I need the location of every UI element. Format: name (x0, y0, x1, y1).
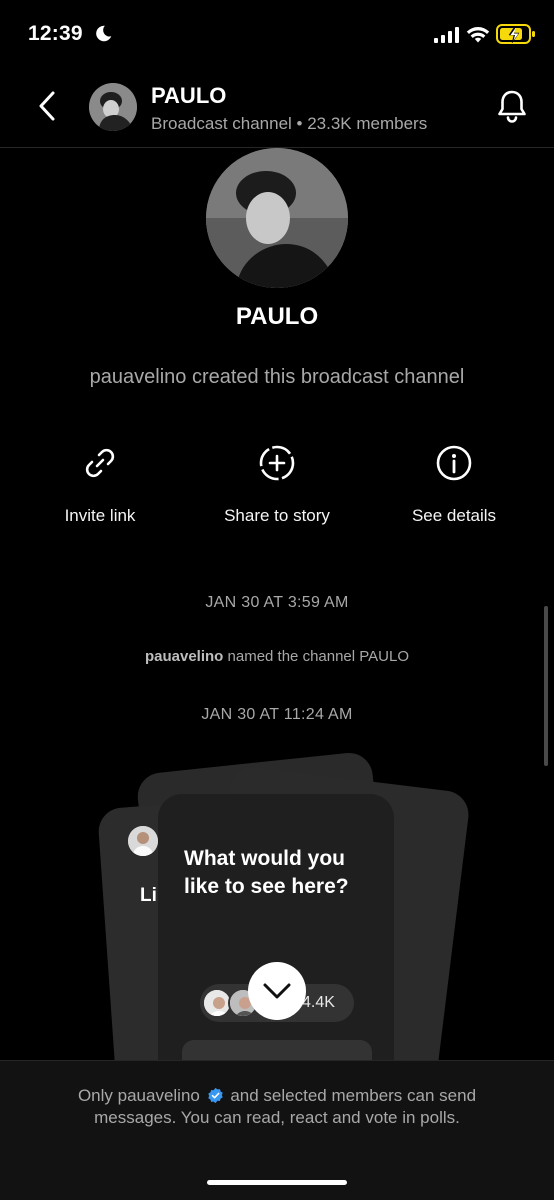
avatar-photo (89, 83, 137, 131)
footer-text: Only pauavelino and selected members can… (40, 1085, 514, 1129)
poll-card-stack[interactable]: Li What would you like to see here? 4.4K (0, 750, 554, 1060)
add-story-icon (259, 445, 295, 481)
notifications-button[interactable] (492, 86, 532, 126)
footer-text-before: Only pauavelino (77, 1086, 200, 1105)
channel-subtitle: Broadcast channel • 23.3K members (151, 114, 428, 133)
status-bar: 12:39 (0, 0, 554, 70)
vote-count: 4.4K (302, 994, 335, 1011)
channel-title[interactable]: PAULO (151, 83, 226, 109)
verified-badge-icon (207, 1087, 223, 1104)
channel-avatar[interactable] (89, 83, 137, 131)
bell-icon (498, 90, 526, 123)
info-icon (436, 445, 472, 481)
poll-question: What would you like to see here? (184, 847, 349, 898)
timestamp-1: JAN 30 AT 3:59 AM (205, 594, 349, 611)
back-button[interactable] (30, 86, 64, 126)
battery-icon (496, 24, 535, 44)
wifi-icon (466, 27, 490, 43)
channel-header: PAULO Broadcast channel • 23.3K members (0, 70, 554, 148)
signal-icon (434, 27, 459, 43)
channel-named-event: pauavelino named the channel PAULO (0, 648, 554, 665)
see-details-label: See details (411, 506, 497, 525)
profile-name: PAULO (235, 303, 319, 330)
share-to-story-button[interactable]: Share to story (192, 442, 362, 526)
poll-option[interactable] (182, 1040, 372, 1060)
chevron-left-icon (39, 91, 55, 121)
moon-icon (96, 25, 112, 42)
invite-link-button[interactable]: Invite link (15, 442, 185, 526)
scrollbar[interactable] (544, 606, 548, 766)
home-indicator[interactable] (207, 1180, 347, 1185)
share-to-story-label: Share to story (224, 506, 330, 525)
footer-notice: Only pauavelino and selected members can… (0, 1060, 554, 1200)
expand-button[interactable] (248, 962, 306, 1020)
status-time: 12:39 (28, 22, 83, 45)
chevron-down-icon (263, 983, 291, 999)
see-details-button[interactable]: See details (369, 442, 539, 526)
card-avatar (128, 826, 158, 856)
profile-photo (206, 148, 348, 288)
profile-avatar[interactable] (206, 148, 348, 288)
event-text: named the channel PAULO (223, 648, 410, 665)
card-left-text: Li (140, 885, 157, 906)
channel-created-text: pauavelino created this broadcast channe… (89, 366, 465, 388)
event-username: pauavelino (144, 648, 224, 665)
timestamp-2: JAN 30 AT 11:24 AM (201, 706, 353, 723)
invite-link-label: Invite link (64, 506, 136, 525)
link-icon (85, 448, 115, 478)
